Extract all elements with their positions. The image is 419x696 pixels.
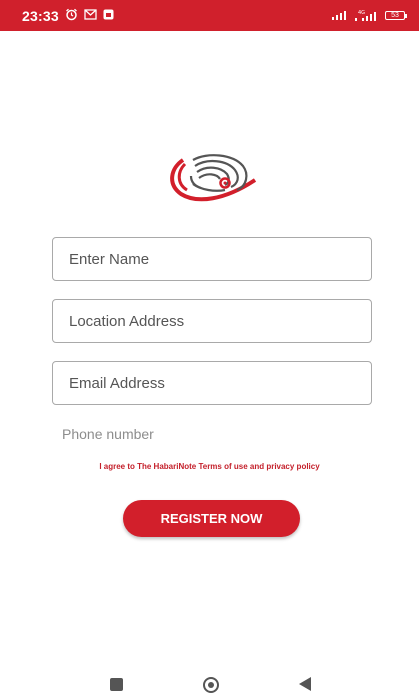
status-icons-left [65, 8, 114, 23]
email-field[interactable]: Email Address [52, 361, 372, 405]
status-time: 23:33 [22, 7, 59, 24]
terms-link[interactable]: I agree to The HabariNote Terms of use a… [0, 462, 419, 471]
name-placeholder: Enter Name [69, 250, 150, 268]
location-field[interactable]: Location Address [52, 299, 372, 343]
gmail-icon [84, 9, 97, 22]
location-placeholder: Location Address [69, 312, 185, 330]
svg-text:4G: 4G [358, 10, 365, 16]
signal-4g-icon: 4G [355, 9, 379, 23]
status-bar: 23:33 4G 53 [0, 0, 419, 31]
email-placeholder: Email Address [69, 374, 165, 392]
recents-icon[interactable] [110, 678, 123, 691]
notification-icon [103, 9, 114, 22]
home-icon[interactable] [203, 677, 219, 693]
register-button[interactable]: REGISTER NOW [123, 500, 300, 537]
name-field[interactable]: Enter Name [52, 237, 372, 281]
signal-icon [331, 10, 349, 22]
status-icons-right: 4G 53 [331, 9, 407, 23]
app-logo [163, 150, 259, 206]
back-icon[interactable] [299, 677, 311, 691]
battery-icon: 53 [385, 11, 407, 20]
alarm-icon [65, 8, 78, 23]
phone-field[interactable]: Phone number [62, 426, 154, 442]
